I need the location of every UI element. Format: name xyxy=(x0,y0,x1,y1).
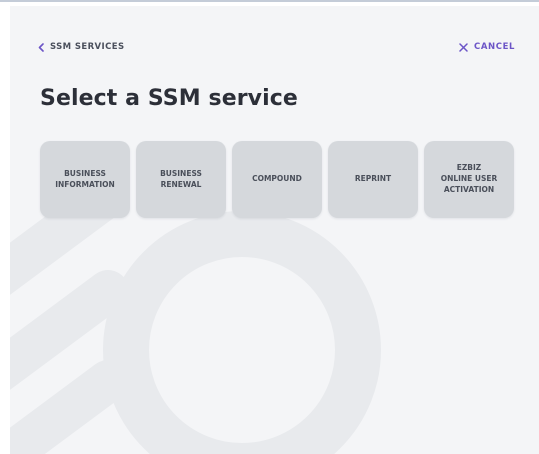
background-watermark xyxy=(10,175,381,454)
service-tile-compound[interactable]: COMPOUND xyxy=(232,141,322,218)
service-tile-ezbiz-activation[interactable]: EZBIZ ONLINE USER ACTIVATION xyxy=(424,141,514,218)
service-tile-business-information[interactable]: BUSINESS INFORMATION xyxy=(40,141,130,218)
close-icon xyxy=(459,42,468,52)
service-tile-label: REPRINT xyxy=(354,174,392,184)
top-divider xyxy=(0,0,539,2)
service-grid: BUSINESS INFORMATION BUSINESS RENEWAL CO… xyxy=(40,141,514,218)
back-button[interactable]: SSM SERVICES xyxy=(38,42,124,52)
service-tile-label: BUSINESS RENEWAL xyxy=(160,168,202,189)
page-title: Select a SSM service xyxy=(40,86,298,111)
back-button-label: SSM SERVICES xyxy=(50,42,125,52)
service-tile-reprint[interactable]: REPRINT xyxy=(328,141,418,218)
kiosk-screen: SSM SERVICES CANCEL Select a SSM service… xyxy=(10,6,539,454)
cancel-button-label: CANCEL xyxy=(474,42,515,52)
service-tile-label: EZBIZ ONLINE USER ACTIVATION xyxy=(440,163,498,194)
cancel-button[interactable]: CANCEL xyxy=(459,42,515,52)
service-tile-label: BUSINESS INFORMATION xyxy=(55,168,115,189)
service-tile-label: COMPOUND xyxy=(252,174,302,184)
service-tile-business-renewal[interactable]: BUSINESS RENEWAL xyxy=(136,141,226,218)
chevron-left-icon xyxy=(38,42,44,52)
